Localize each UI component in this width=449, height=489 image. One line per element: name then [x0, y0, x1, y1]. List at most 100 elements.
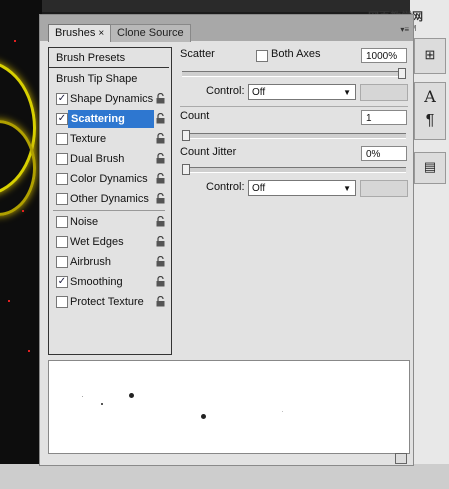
brush-tip-shape-label: Brush Tip Shape: [56, 73, 138, 85]
count-jitter-value-field[interactable]: 0%: [361, 146, 407, 161]
brush-option-label: Protect Texture: [70, 296, 144, 308]
brush-option-checkbox[interactable]: [56, 216, 68, 228]
brush-option-item[interactable]: ✓ Scattering: [49, 110, 169, 128]
brush-option-label: Scattering: [68, 110, 154, 128]
count-label: Count: [180, 110, 210, 122]
brush-option-label: Texture: [70, 133, 107, 145]
brush-option-checkbox[interactable]: ✓: [56, 113, 68, 125]
brush-option-label: Wet Edges: [70, 236, 124, 248]
both-axes-label: Both Axes: [271, 48, 321, 60]
preview-dot: [82, 396, 83, 397]
tab-clone-source-label: Clone Source: [117, 27, 184, 39]
brushes-panel: Brushes × Clone Source ▾≡ Brush Presets B…: [39, 14, 414, 466]
brush-tip-shape-item[interactable]: Brush Tip Shape: [49, 70, 169, 88]
chevron-down-icon: ▼: [343, 184, 351, 193]
lock-icon[interactable]: [156, 276, 165, 287]
clone-source-icon[interactable]: ⊞: [420, 45, 440, 65]
brush-option-item[interactable]: Protect Texture: [49, 293, 169, 311]
count-value-field[interactable]: 1: [361, 110, 407, 125]
brush-option-label: Color Dynamics: [70, 173, 148, 185]
count-jitter-control-field: [360, 180, 408, 197]
scatter-control-field: [360, 84, 408, 101]
scatter-value-field[interactable]: 1000%: [361, 48, 407, 63]
new-brush-icon[interactable]: [395, 453, 407, 464]
brush-option-label: Airbrush: [70, 256, 111, 268]
brush-option-label: Shape Dynamics: [70, 93, 154, 105]
lock-icon[interactable]: [156, 133, 165, 144]
brush-option-item[interactable]: ✓ Shape Dynamics: [49, 90, 169, 108]
brush-option-item[interactable]: Airbrush: [49, 253, 169, 271]
brush-option-checkbox[interactable]: [56, 153, 68, 165]
brush-option-item[interactable]: Dual Brush: [49, 150, 169, 168]
panel-menu-icon[interactable]: ▾≡: [400, 25, 409, 34]
lock-icon[interactable]: [156, 296, 165, 307]
count-jitter-slider-thumb[interactable]: [182, 164, 190, 175]
canvas-spark: [14, 40, 16, 42]
panel-tab-bar: Brushes × Clone Source ▾≡: [40, 15, 413, 42]
scatter-control-value: Off: [252, 87, 266, 98]
count-jitter-label: Count Jitter: [180, 146, 237, 158]
brush-option-label: Other Dynamics: [70, 193, 149, 205]
list-divider: [53, 210, 165, 211]
lock-icon[interactable]: [156, 113, 165, 124]
tab-clone-source[interactable]: Clone Source: [110, 24, 191, 42]
notes-icon[interactable]: ▤: [420, 157, 440, 177]
lock-icon[interactable]: [156, 153, 165, 164]
count-jitter-slider[interactable]: [182, 167, 406, 173]
brush-option-checkbox[interactable]: ✓: [56, 276, 68, 288]
brush-option-item[interactable]: Texture: [49, 130, 169, 148]
count-slider-thumb[interactable]: [182, 130, 190, 141]
brush-stroke-preview: [48, 360, 410, 454]
tab-brushes-label: Brushes: [55, 27, 96, 39]
brush-option-item[interactable]: ✓ Smoothing: [49, 273, 169, 291]
canvas-spark: [28, 350, 30, 352]
scatter-label: Scatter: [180, 48, 215, 60]
lock-icon[interactable]: [156, 236, 165, 247]
paragraph-icon[interactable]: ¶: [420, 111, 440, 131]
brush-option-item[interactable]: Color Dynamics: [49, 170, 169, 188]
brush-option-label: Dual Brush: [70, 153, 125, 165]
lock-icon[interactable]: [156, 173, 165, 184]
count-slider[interactable]: [182, 133, 406, 139]
preview-dot: [282, 411, 283, 412]
dock-group-top: ⊞: [414, 38, 446, 74]
canvas-background: [0, 0, 42, 489]
lock-icon[interactable]: [156, 193, 165, 204]
brush-option-checkbox[interactable]: [56, 256, 68, 268]
lock-icon[interactable]: [156, 216, 165, 227]
brush-presets-button[interactable]: Brush Presets: [49, 48, 169, 68]
character-icon[interactable]: A: [420, 87, 440, 107]
brush-option-label: Smoothing: [70, 276, 123, 288]
dock-group-text: A ¶: [414, 82, 446, 140]
brush-option-checkbox[interactable]: ✓: [56, 93, 68, 105]
count-jitter-control-select[interactable]: Off ▼: [248, 180, 356, 196]
tab-brushes[interactable]: Brushes ×: [48, 24, 112, 42]
brush-option-checkbox[interactable]: [56, 296, 68, 308]
close-icon[interactable]: ×: [98, 28, 104, 39]
brush-option-checkbox[interactable]: [56, 133, 68, 145]
status-strip: [0, 464, 449, 489]
brush-option-checkbox[interactable]: [56, 193, 68, 205]
section-divider: [180, 106, 408, 107]
brush-option-item[interactable]: Noise: [49, 213, 169, 231]
count-jitter-control-label: Control:: [206, 181, 245, 193]
scatter-slider-thumb[interactable]: [398, 68, 406, 79]
scatter-slider[interactable]: [182, 71, 406, 77]
dock-group-notes: ▤: [414, 152, 446, 184]
preview-dot: [101, 403, 103, 405]
preview-dot: [201, 414, 206, 419]
scatter-control-label: Control:: [206, 85, 245, 97]
brush-options-list: Brush Presets Brush Tip Shape ✓ Shape Dyn…: [48, 47, 172, 355]
brush-option-item[interactable]: Other Dynamics: [49, 190, 169, 208]
brush-option-item[interactable]: Wet Edges: [49, 233, 169, 251]
brush-option-checkbox[interactable]: [56, 236, 68, 248]
both-axes-checkbox[interactable]: [256, 50, 268, 62]
canvas-spark: [8, 300, 10, 302]
brush-option-label: Noise: [70, 216, 99, 228]
lock-icon[interactable]: [156, 256, 165, 267]
count-jitter-control-value: Off: [252, 183, 266, 194]
lock-icon[interactable]: [156, 93, 165, 104]
chevron-down-icon: ▼: [343, 88, 351, 97]
brush-option-checkbox[interactable]: [56, 173, 68, 185]
scatter-control-select[interactable]: Off ▼: [248, 84, 356, 100]
